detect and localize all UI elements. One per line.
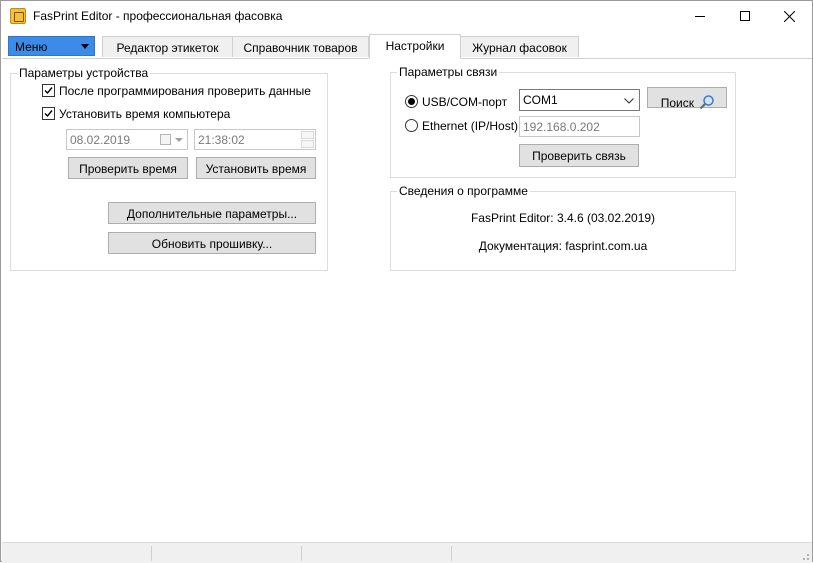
status-panel <box>152 546 302 561</box>
chevron-down-icon <box>175 138 183 142</box>
status-panel <box>2 546 152 561</box>
search-button[interactable]: Поиск <box>647 87 727 110</box>
maximize-button[interactable] <box>722 1 767 31</box>
status-bar <box>2 542 812 563</box>
menu-button[interactable]: Меню <box>8 36 95 56</box>
close-button[interactable] <box>767 1 812 31</box>
date-value: 08.02.2019 <box>70 133 131 147</box>
tab-bar: Меню Редактор этикеток Справочник товаро… <box>8 34 806 59</box>
tab-packing-log[interactable]: Журнал фасовок <box>460 36 579 57</box>
verify-after-programming-checkbox[interactable] <box>42 84 55 97</box>
connection-params-title: Параметры связи <box>397 65 500 79</box>
set-computer-time-label[interactable]: Установить время компьютера <box>59 107 230 121</box>
spin-down-icon[interactable] <box>301 140 314 148</box>
usb-com-label[interactable]: USB/COM-порт <box>422 95 507 109</box>
app-window: FasPrint Editor - профессиональная фасов… <box>0 0 813 563</box>
fasprint-app-icon <box>10 8 26 24</box>
connection-params-group: Параметры связи USB/COM-порт COM1 Поиск … <box>390 65 736 178</box>
ip-host-input[interactable]: 192.168.0.202 <box>519 116 640 137</box>
set-computer-time-checkbox[interactable] <box>42 107 55 120</box>
time-value: 21:38:02 <box>198 133 245 147</box>
calendar-icon <box>160 134 171 145</box>
resize-grip-icon[interactable] <box>800 551 810 561</box>
minimize-button[interactable] <box>677 1 722 31</box>
update-firmware-button[interactable]: Обновить прошивку... <box>108 232 316 254</box>
window-title: FasPrint Editor - профессиональная фасов… <box>33 9 283 23</box>
settings-panel: Параметры устройства После программирова… <box>2 58 812 543</box>
about-title: Сведения о программе <box>397 184 530 198</box>
tab-settings[interactable]: Настройки <box>369 34 461 59</box>
device-params-title: Параметры устройства <box>17 66 151 80</box>
radio-selected-dot <box>408 98 415 105</box>
date-picker[interactable]: 08.02.2019 <box>66 129 188 150</box>
maximize-icon <box>739 11 750 21</box>
check-time-button[interactable]: Проверить время <box>68 157 188 179</box>
ethernet-radio[interactable] <box>405 119 418 132</box>
version-text: FasPrint Editor: 3.4.6 (03.02.2019) <box>470 211 656 225</box>
set-time-button[interactable]: Установить время <box>196 157 316 179</box>
menu-label: Меню <box>15 40 48 54</box>
about-group: Сведения о программе FasPrint Editor: 3.… <box>390 184 736 271</box>
title-bar: FasPrint Editor - профессиональная фасов… <box>1 1 812 32</box>
verify-after-programming-label[interactable]: После программирования проверить данные <box>59 84 311 98</box>
status-panel <box>302 546 452 561</box>
check-connection-button[interactable]: Проверить связь <box>519 144 639 167</box>
search-label: Поиск <box>660 96 694 110</box>
ethernet-label[interactable]: Ethernet (IP/Host) <box>422 119 518 133</box>
checkmark-icon <box>44 87 53 95</box>
extra-params-button[interactable]: Дополнительные параметры... <box>108 202 316 224</box>
spin-up-icon[interactable] <box>301 131 314 139</box>
tab-label-editor[interactable]: Редактор этикеток <box>102 36 233 57</box>
checkmark-icon <box>44 110 53 118</box>
minimize-icon <box>694 16 705 17</box>
device-params-group: Параметры устройства После программирова… <box>10 66 328 271</box>
documentation-text: Документация: fasprint.com.ua <box>478 239 648 253</box>
tab-product-catalog[interactable]: Справочник товаров <box>232 36 369 57</box>
time-picker[interactable]: 21:38:02 <box>194 129 316 150</box>
chevron-down-icon <box>81 44 89 49</box>
close-icon <box>784 10 795 22</box>
chevron-down-icon <box>624 98 634 104</box>
usb-com-radio[interactable] <box>405 95 418 108</box>
com-port-select[interactable]: COM1 <box>519 89 640 111</box>
magnifier-icon <box>700 95 715 110</box>
com-port-value: COM1 <box>523 93 558 107</box>
